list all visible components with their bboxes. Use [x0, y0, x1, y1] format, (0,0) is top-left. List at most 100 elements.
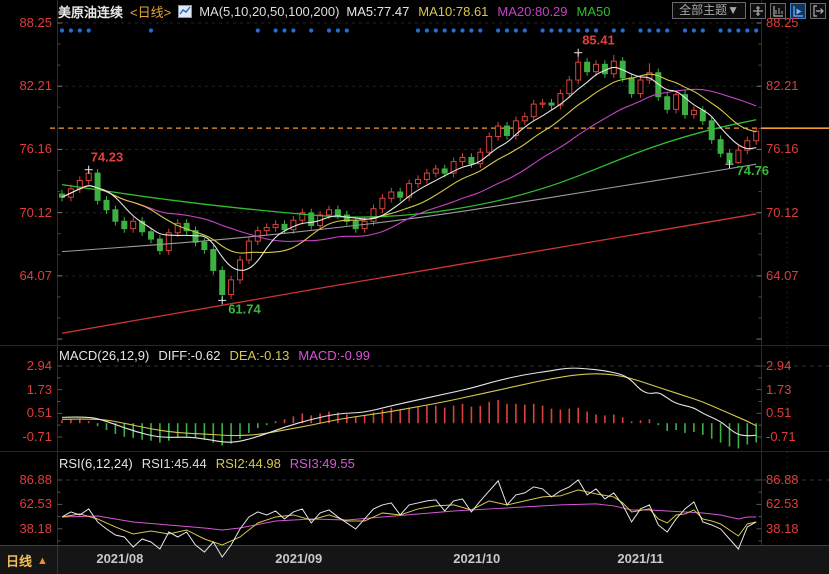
candle-body	[220, 270, 225, 294]
candle-body	[487, 137, 492, 153]
extreme-price-label: 85.41	[582, 33, 615, 48]
candle-body	[149, 232, 154, 239]
theme-dropdown-label: 全部主题	[679, 3, 727, 17]
theme-dropdown[interactable]: 全部主题▼	[672, 2, 746, 19]
axis-tick-label: 1.73	[766, 382, 791, 397]
signal-dot	[701, 28, 705, 32]
axis-tick-label: 2.94	[0, 358, 52, 373]
signal-dot	[345, 28, 349, 32]
candle-body	[95, 173, 100, 200]
signal-dot	[291, 28, 295, 32]
axis-tick-label: 88.25	[766, 15, 799, 30]
candle-body	[327, 210, 332, 215]
signal-dot	[594, 28, 598, 32]
candle-body	[416, 179, 421, 183]
signal-dot	[514, 28, 518, 32]
axis-tick-label: 38.18	[766, 521, 799, 536]
signal-dot	[87, 28, 91, 32]
candle-body	[665, 97, 670, 110]
signal-dot	[469, 28, 473, 32]
axis-tick-label: 86.88	[0, 472, 52, 487]
axis-tick-label: 38.18	[0, 521, 52, 536]
signal-dot	[585, 28, 589, 32]
macd-dea-value: DEA:-0.13	[229, 348, 289, 363]
signal-dot	[496, 28, 500, 32]
macd-dea-line	[62, 374, 756, 436]
trading-app-window: 74.2361.7485.4174.76 美原油连续 <日线> MA(5,10,…	[0, 0, 829, 574]
candle-body	[113, 210, 118, 222]
ma-value: MA5:77.47	[346, 4, 409, 19]
axis-tick-label: 2.94	[766, 358, 791, 373]
signal-dot	[309, 28, 313, 32]
signal-dot	[727, 28, 731, 32]
axis-tick-label: 70.12	[766, 205, 799, 220]
candle-body	[602, 64, 607, 73]
period-tag[interactable]: <日线>	[130, 2, 171, 20]
axis-tick-label: 76.16	[766, 141, 799, 156]
candle-body	[229, 280, 234, 295]
x-axis-date-label: 2021/08	[96, 551, 143, 566]
candlestick-chart-canvas[interactable]: 74.2361.7485.4174.76	[0, 0, 829, 574]
crosshair-icon[interactable]	[750, 3, 766, 19]
candle-body	[86, 173, 91, 180]
macd-panel-header[interactable]: MACD(26,12,9) DIFF:-0.62 DEA:-0.13 MACD:…	[59, 348, 370, 363]
signal-dot	[78, 28, 82, 32]
x-axis-date-label: 2021/11	[617, 551, 663, 566]
x-axis-date-label: 2021/09	[275, 551, 322, 566]
chart-exit-icon[interactable]	[810, 3, 826, 19]
signal-dot	[282, 28, 286, 32]
candle-body	[202, 242, 207, 249]
candle-body	[594, 64, 599, 71]
candle-body	[576, 62, 581, 80]
candle-body	[131, 221, 136, 228]
ma200-line	[62, 214, 756, 333]
signal-dot	[638, 28, 642, 32]
signal-dot	[274, 28, 278, 32]
candle-body	[122, 221, 127, 228]
candle-body	[718, 140, 723, 154]
ma-current-values: MA5:77.47MA10:78.61MA20:80.29MA50	[346, 4, 610, 19]
signal-dot	[505, 28, 509, 32]
tab-up-arrow-icon: ▲	[37, 555, 48, 567]
symbol-name[interactable]: 美原油连续	[58, 2, 123, 20]
ma20-line	[62, 89, 756, 241]
candle-body	[585, 62, 590, 71]
signal-dot	[523, 28, 527, 32]
candle-body	[460, 157, 465, 161]
rsi1-value: RSI1:45.44	[142, 456, 207, 471]
axis-tick-label: 62.53	[766, 496, 799, 511]
candle-body	[442, 169, 447, 173]
candle-body	[246, 241, 251, 260]
candle-body	[691, 110, 696, 114]
rsi-panel-header[interactable]: RSI(6,12,24) RSI1:45.44 RSI2:44.98 RSI3:…	[59, 456, 355, 471]
rsi2-value: RSI2:44.98	[216, 456, 281, 471]
candle-body	[380, 198, 385, 208]
signal-dot	[460, 28, 464, 32]
candle-body	[754, 131, 759, 140]
candle-body	[273, 224, 278, 227]
signal-dot	[60, 28, 64, 32]
rsi1-line	[62, 480, 756, 557]
candle-body	[736, 150, 741, 163]
axis-tick-label: 62.53	[0, 496, 52, 511]
signal-dot	[478, 28, 482, 32]
tab-daily-period[interactable]: 日线 ▲	[6, 551, 48, 570]
axis-tick-label: 64.07	[766, 268, 799, 283]
mini-chart-icon[interactable]	[178, 5, 192, 18]
candle-body	[496, 126, 501, 136]
macd-macd-value: MACD:-0.99	[298, 348, 370, 363]
signal-dot	[69, 28, 73, 32]
signal-dot	[256, 28, 260, 32]
axis-tick-label: 64.07	[0, 268, 52, 283]
toolbar: 全部主题▼	[672, 2, 826, 19]
axis-tick-label: 0.51	[0, 405, 52, 420]
ma50-line	[62, 120, 756, 217]
candle-body	[469, 157, 474, 163]
candle-body	[638, 80, 643, 94]
candle-body	[531, 104, 536, 117]
signal-dot	[434, 28, 438, 32]
rsi3-line	[62, 504, 756, 530]
signal-dot	[541, 28, 545, 32]
axis-tick-label: 82.21	[766, 78, 799, 93]
candle-body	[282, 224, 287, 229]
